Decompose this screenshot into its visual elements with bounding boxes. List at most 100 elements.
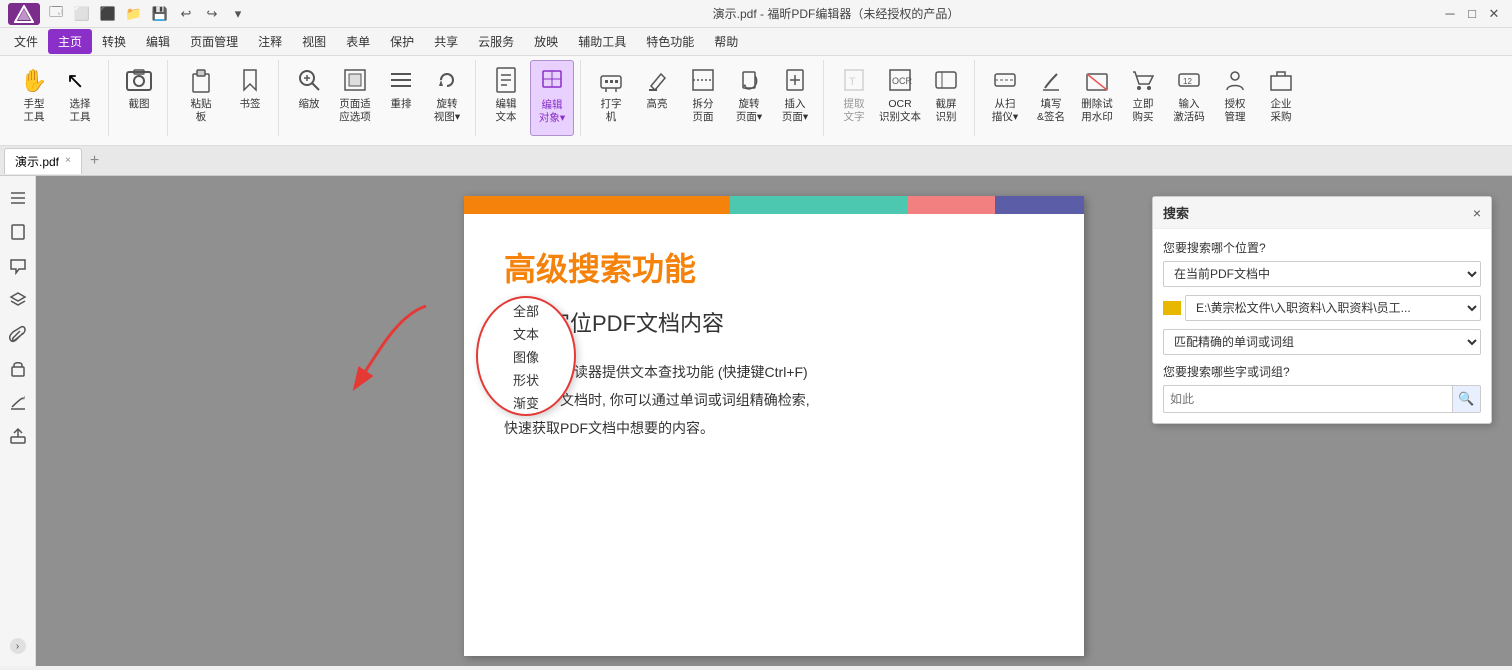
typewriter-btn[interactable]: 打字机 [589,60,633,136]
sidebar-collapse-btn[interactable]: › [10,638,26,654]
rotate-page-btn[interactable]: 旋转页面▾ [727,60,771,136]
search-close-btn[interactable]: × [1473,205,1481,221]
edit-object-icon [536,65,568,97]
search-location-select[interactable]: 在当前PDF文档中 [1163,261,1481,287]
svg-text:✋: ✋ [20,68,47,93]
tb-save-btn[interactable]: 💾 [150,4,170,24]
fill-sign-icon [1035,64,1067,96]
title-bar-left: 🗔 ⬜ ⬛ 📁 💾 ↩ ↪ ▾ [8,3,248,25]
scan-btn[interactable]: 从扫描仪▾ [983,60,1027,136]
minimize-btn[interactable]: ─ [1440,4,1460,24]
menu-assist[interactable]: 辅助工具 [568,29,636,54]
pdf-title: 高级搜索功能 [504,244,1044,290]
sidebar-icon-menu[interactable] [4,184,32,212]
sidebar-icon-export[interactable] [4,422,32,450]
menu-page-manage[interactable]: 页面管理 [180,29,248,54]
menu-annotate[interactable]: 注释 [248,29,292,54]
ribbon-snapshot-buttons: 截图 [117,60,161,136]
dropdown-shape[interactable]: 形状 [478,369,574,390]
ribbon-scan-buttons: 从扫描仪▾ 填写&签名 删除试用水印 立即购买 [983,60,1303,136]
menu-present[interactable]: 放映 [524,29,568,54]
menu-help[interactable]: 帮助 [704,29,748,54]
dropdown-all[interactable]: 全部 [478,300,574,321]
buy-label: 立即购买 [1133,98,1154,123]
sidebar-icon-attachment[interactable] [4,320,32,348]
folder-icon [1163,301,1181,315]
hand-tool-btn[interactable]: ✋ 手型工具 [12,60,56,134]
tb-fullscreen-btn[interactable]: ⬛ [98,4,118,24]
enterprise-btn[interactable]: 企业采购 [1259,60,1303,136]
split-btn[interactable]: 拆分页面 [681,60,725,136]
menu-file[interactable]: 文件 [4,29,48,54]
tb-file-btn[interactable]: 📁 [124,4,144,24]
svg-text:↖: ↖ [66,68,84,93]
sidebar-icon-layers[interactable] [4,286,32,314]
bookmark-btn[interactable]: 书签 [228,60,272,136]
tab-bar: 演示.pdf × + [0,146,1512,176]
svg-text:12: 12 [1183,77,1192,86]
dropdown-image[interactable]: 图像 [478,346,574,367]
sidebar-icon-comment[interactable] [4,252,32,280]
pdf-body-line-1: 福昕PDF阅读器提供文本查找功能 (快捷键Ctrl+F) [504,358,1044,386]
band-salmon [907,196,996,214]
title-bar: 🗔 ⬜ ⬛ 📁 💾 ↩ ↪ ▾ 演示.pdf - 福昕PDF编辑器（未经授权的产… [0,0,1512,28]
fill-sign-btn[interactable]: 填写&签名 [1029,60,1073,136]
tab-close-btn[interactable]: × [65,156,71,166]
tb-redo-btn[interactable]: ↪ [202,4,222,24]
screenshot-recog-btn[interactable]: 截屏识别 [924,60,968,136]
left-sidebar: › [0,176,36,666]
fit-page-btn[interactable]: 页面适应选项 [333,60,377,136]
ribbon-group-typewriter: 打字机 高亮 拆分页面 旋转页面▾ [583,60,824,136]
ribbon-group-extract: T 提取文字 OCR OCR识别文本 截屏识别 [826,60,975,136]
buy-btn[interactable]: 立即购买 [1121,60,1165,136]
sidebar-icon-lock[interactable] [4,354,32,382]
delete-watermark-label: 删除试用水印 [1081,98,1113,123]
rotate-view-btn[interactable]: 旋转视图▾ [425,60,469,136]
paste-btn[interactable]: 粘贴板 [176,60,226,136]
edit-text-btn[interactable]: 编辑文本 [484,60,528,136]
menu-protect[interactable]: 保护 [380,29,424,54]
dropdown-text[interactable]: 文本 [478,323,574,344]
search-text-input[interactable] [1164,388,1452,410]
select-tool-btn[interactable]: ↖ 选择工具 [58,60,102,134]
insert-btn[interactable]: 插入页面▾ [773,60,817,136]
fill-sign-label: 填写&签名 [1037,98,1065,123]
close-btn[interactable]: ✕ [1484,4,1504,24]
input-activate-btn[interactable]: 12 输入激活码 [1167,60,1211,136]
ocr-btn[interactable]: OCR OCR识别文本 [878,60,922,136]
pdf-tab[interactable]: 演示.pdf × [4,148,82,174]
edit-object-btn[interactable]: 编辑对象▾ [530,60,574,136]
sidebar-icon-sign[interactable] [4,388,32,416]
tb-window-btn[interactable]: 🗔 [46,4,66,24]
zoom-btn[interactable]: 缩放 [287,60,331,136]
app-logo [8,3,40,25]
menu-form[interactable]: 表单 [336,29,380,54]
dropdown-gradient[interactable]: 渐变 [478,392,574,413]
ribbon-group-clipboard: 粘贴板 书签 [170,60,279,136]
delete-watermark-icon [1081,64,1113,96]
tab-add-btn[interactable]: + [86,152,103,170]
menu-edit[interactable]: 编辑 [136,29,180,54]
authorize-btn[interactable]: 授权管理 [1213,60,1257,136]
delete-watermark-btn[interactable]: 删除试用水印 [1075,60,1119,136]
ribbon: ✋ 手型工具 ↖ 选择工具 截图 [0,56,1512,146]
tb-customize-btn[interactable]: ▾ [228,4,248,24]
search-submit-btn[interactable]: 🔍 [1452,386,1480,412]
search-path-select[interactable]: E:\黄宗松文件\入职资料\入职资料\员工... [1185,295,1481,321]
tb-undo-btn[interactable]: ↩ [176,4,196,24]
menu-home[interactable]: 主页 [48,29,92,54]
sidebar-icon-page[interactable] [4,218,32,246]
paste-label: 粘贴板 [191,98,212,123]
reorder-btn[interactable]: 重排 [379,60,423,136]
restore-btn[interactable]: □ [1462,4,1482,24]
menu-feature[interactable]: 特色功能 [636,29,704,54]
menu-view[interactable]: 视图 [292,29,336,54]
snapshot-btn[interactable]: 截图 [117,60,161,136]
menu-share[interactable]: 共享 [424,29,468,54]
extract-text-btn[interactable]: T 提取文字 [832,60,876,136]
highlight-btn[interactable]: 高亮 [635,60,679,136]
search-match-select[interactable]: 匹配精确的单词或词组 [1163,329,1481,355]
menu-convert[interactable]: 转换 [92,29,136,54]
menu-cloud[interactable]: 云服务 [468,29,524,54]
tb-restore-btn[interactable]: ⬜ [72,4,92,24]
